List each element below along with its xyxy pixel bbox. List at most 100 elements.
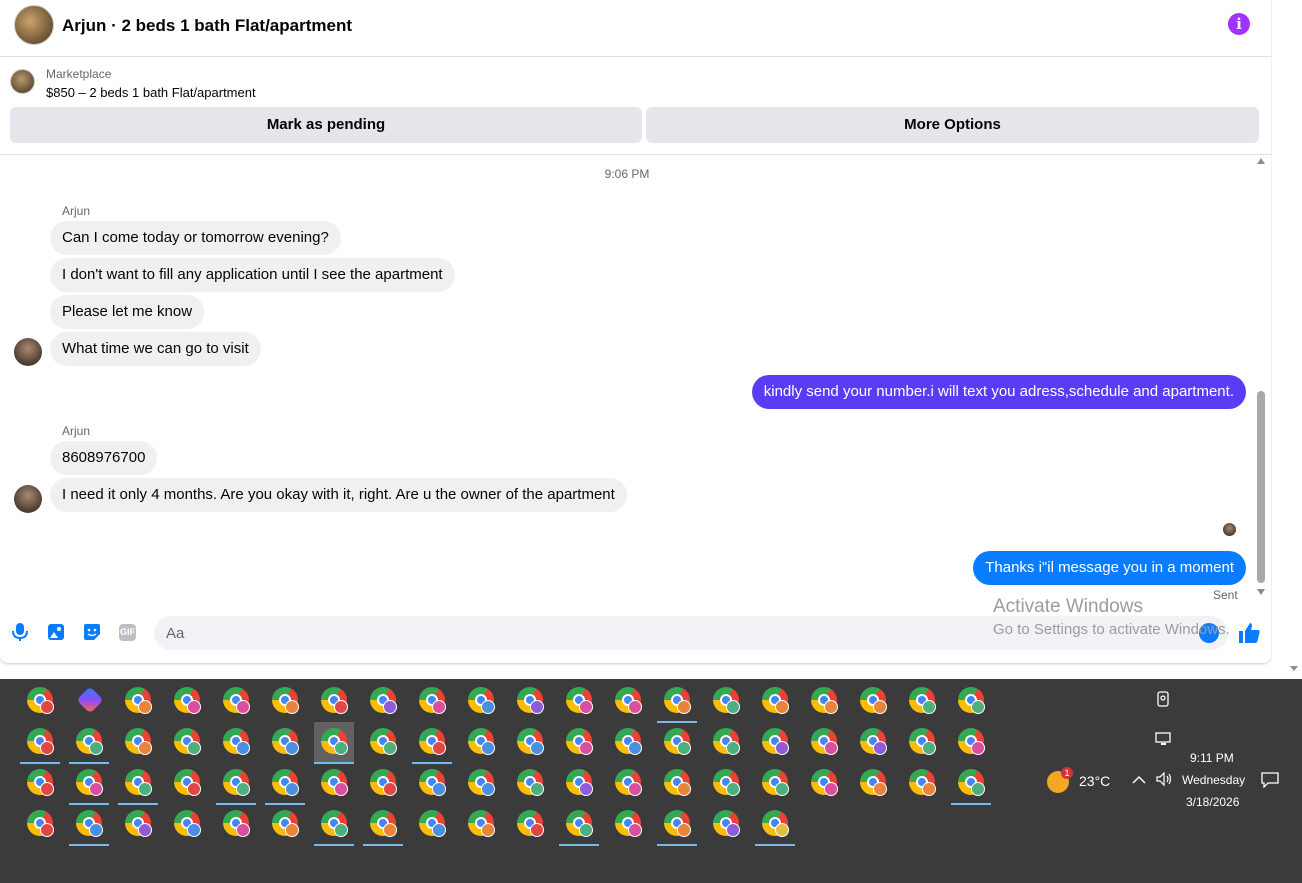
- scroll-down-arrow-icon[interactable]: [1257, 589, 1265, 595]
- taskbar-app-chrome-red[interactable]: [510, 804, 550, 844]
- taskbar-app-chrome-blue[interactable]: [461, 763, 501, 803]
- taskbar-app-chrome-pink[interactable]: [559, 681, 599, 721]
- taskbar-app-chrome-blue[interactable]: [216, 722, 256, 762]
- taskbar-app-chrome-red[interactable]: [363, 763, 403, 803]
- taskbar-app-chrome-pink[interactable]: [216, 681, 256, 721]
- taskbar-app-chrome-orange[interactable]: [363, 804, 403, 846]
- taskbar-app-chrome-purple[interactable]: [510, 681, 550, 721]
- taskbar-app-chrome-pink[interactable]: [314, 763, 354, 803]
- incoming-message[interactable]: 8608976700: [50, 441, 158, 475]
- taskbar-app-copilot[interactable]: [69, 681, 109, 721]
- taskbar-app-chrome-purple[interactable]: [755, 722, 795, 762]
- listing-title[interactable]: $850 – 2 beds 1 bath Flat/apartment: [46, 85, 256, 100]
- taskbar-app-chrome-pink[interactable]: [69, 763, 109, 805]
- conversation-avatar[interactable]: [14, 5, 54, 45]
- taskbar-app-chrome-pink[interactable]: [608, 681, 648, 721]
- scroll-up-arrow-icon[interactable]: [1257, 158, 1265, 164]
- photo-icon[interactable]: [46, 622, 66, 642]
- taskbar-app-chrome-orange[interactable]: [804, 681, 844, 721]
- taskbar-app-chrome-orange[interactable]: [461, 804, 501, 844]
- weather-temperature[interactable]: 23°C: [1079, 773, 1110, 789]
- taskbar-app-chrome-pink[interactable]: [804, 763, 844, 803]
- taskbar-app-chrome-green[interactable]: [902, 681, 942, 721]
- taskbar-app-chrome-red[interactable]: [314, 681, 354, 721]
- page-scroll-down-icon[interactable]: [1290, 666, 1298, 671]
- clock-day[interactable]: Wednesday: [1182, 773, 1245, 787]
- taskbar-app-chrome-green[interactable]: [314, 804, 354, 846]
- taskbar-app-chrome-orange[interactable]: [657, 804, 697, 846]
- incoming-message[interactable]: I don't want to fill any application unt…: [50, 258, 455, 292]
- taskbar-app-chrome-green[interactable]: [314, 722, 354, 764]
- taskbar-app-chrome-green[interactable]: [363, 722, 403, 762]
- incoming-message[interactable]: I need it only 4 months. Are you okay wi…: [50, 478, 627, 512]
- taskbar-app-chrome-pink[interactable]: [608, 804, 648, 844]
- taskbar-app-chrome-pink[interactable]: [412, 681, 452, 721]
- taskbar-app-chrome-green[interactable]: [559, 804, 599, 846]
- taskbar-app-chrome-green[interactable]: [657, 722, 697, 762]
- taskbar-app-chrome-orange[interactable]: [265, 681, 305, 721]
- taskbar-app-chrome-blue[interactable]: [461, 722, 501, 762]
- gif-icon[interactable]: GIF: [119, 624, 136, 641]
- taskbar-app-chrome-orange[interactable]: [265, 804, 305, 844]
- incoming-message[interactable]: What time we can go to visit: [50, 332, 261, 366]
- taskbar-app-chrome-blue[interactable]: [412, 763, 452, 803]
- taskbar-app-chrome-green[interactable]: [510, 763, 550, 803]
- thumbs-up-icon[interactable]: [1237, 621, 1261, 645]
- taskbar-app-chrome-blue[interactable]: [265, 763, 305, 805]
- chevron-up-icon[interactable]: [1132, 772, 1146, 788]
- taskbar-app-chrome-green[interactable]: [69, 722, 109, 764]
- taskbar-app-chrome-green[interactable]: [902, 722, 942, 762]
- taskbar-app-chrome-pink[interactable]: [216, 804, 256, 844]
- taskbar-app-chrome-red[interactable]: [412, 722, 452, 764]
- taskbar-app-chrome-purple[interactable]: [853, 722, 893, 762]
- taskbar-app-chrome-orange[interactable]: [755, 681, 795, 721]
- taskbar-app-chrome-orange[interactable]: [853, 681, 893, 721]
- sender-avatar[interactable]: [14, 485, 42, 513]
- taskbar-app-chrome-green[interactable]: [118, 763, 158, 805]
- taskbar-app-chrome-green[interactable]: [167, 722, 207, 762]
- info-icon[interactable]: i: [1228, 13, 1250, 35]
- taskbar-app-chrome-blue[interactable]: [461, 681, 501, 721]
- taskbar-app-chrome-blue[interactable]: [69, 804, 109, 846]
- volume-icon[interactable]: [1155, 771, 1173, 790]
- taskbar-app-chrome-pink[interactable]: [951, 722, 991, 762]
- taskbar-app-chrome-purple[interactable]: [706, 804, 746, 844]
- taskbar-app-chrome-green[interactable]: [755, 763, 795, 803]
- notification-center-icon[interactable]: [1261, 772, 1279, 791]
- taskbar-app-chrome-orange[interactable]: [118, 722, 158, 762]
- taskbar-app-chrome-purple[interactable]: [118, 804, 158, 844]
- taskbar-app-chrome-pink[interactable]: [804, 722, 844, 762]
- taskbar-app-chrome-pink[interactable]: [608, 763, 648, 803]
- more-options-button[interactable]: More Options: [646, 107, 1259, 143]
- taskbar-app-chrome-red[interactable]: [167, 763, 207, 803]
- taskbar-app-chrome-orange[interactable]: [657, 681, 697, 723]
- taskbar-app-chrome-purple[interactable]: [363, 681, 403, 721]
- sender-avatar[interactable]: [14, 338, 42, 366]
- message-scrollbar[interactable]: [1254, 156, 1268, 601]
- incoming-message[interactable]: Please let me know: [50, 295, 205, 329]
- taskbar-app-chrome-red[interactable]: [20, 804, 60, 844]
- meet-now-icon[interactable]: [1156, 691, 1170, 710]
- taskbar-app-chrome-blue[interactable]: [265, 722, 305, 762]
- taskbar-app-chrome-orange[interactable]: [902, 763, 942, 803]
- incoming-message[interactable]: Can I come today or tomorrow evening?: [50, 221, 341, 255]
- listing-thumbnail[interactable]: [10, 69, 35, 94]
- conversation-title[interactable]: Arjun · 2 beds 1 bath Flat/apartment: [62, 16, 352, 36]
- taskbar-app-chrome-orange[interactable]: [657, 763, 697, 803]
- taskbar-app-chrome-red[interactable]: [20, 763, 60, 803]
- taskbar-app-chrome-red[interactable]: [20, 681, 60, 721]
- taskbar-app-chrome-green[interactable]: [216, 763, 256, 805]
- taskbar-app-chrome-red[interactable]: [20, 722, 60, 764]
- taskbar-app-chrome-green[interactable]: [706, 763, 746, 803]
- clock-time[interactable]: 9:11 PM: [1190, 751, 1234, 765]
- taskbar-app-chrome-orange[interactable]: [118, 681, 158, 721]
- outgoing-message[interactable]: Thanks i"il message you in a moment: [973, 551, 1246, 585]
- taskbar-app-chrome-blue[interactable]: [608, 722, 648, 762]
- taskbar-app-chrome-blue[interactable]: [510, 722, 550, 762]
- network-display-icon[interactable]: [1155, 732, 1173, 749]
- scroll-thumb[interactable]: [1257, 391, 1265, 583]
- taskbar-app-chrome-green[interactable]: [951, 763, 991, 805]
- microphone-icon[interactable]: [10, 622, 30, 642]
- taskbar-app-chrome-green[interactable]: [706, 681, 746, 721]
- taskbar-app-chrome-green[interactable]: [951, 681, 991, 721]
